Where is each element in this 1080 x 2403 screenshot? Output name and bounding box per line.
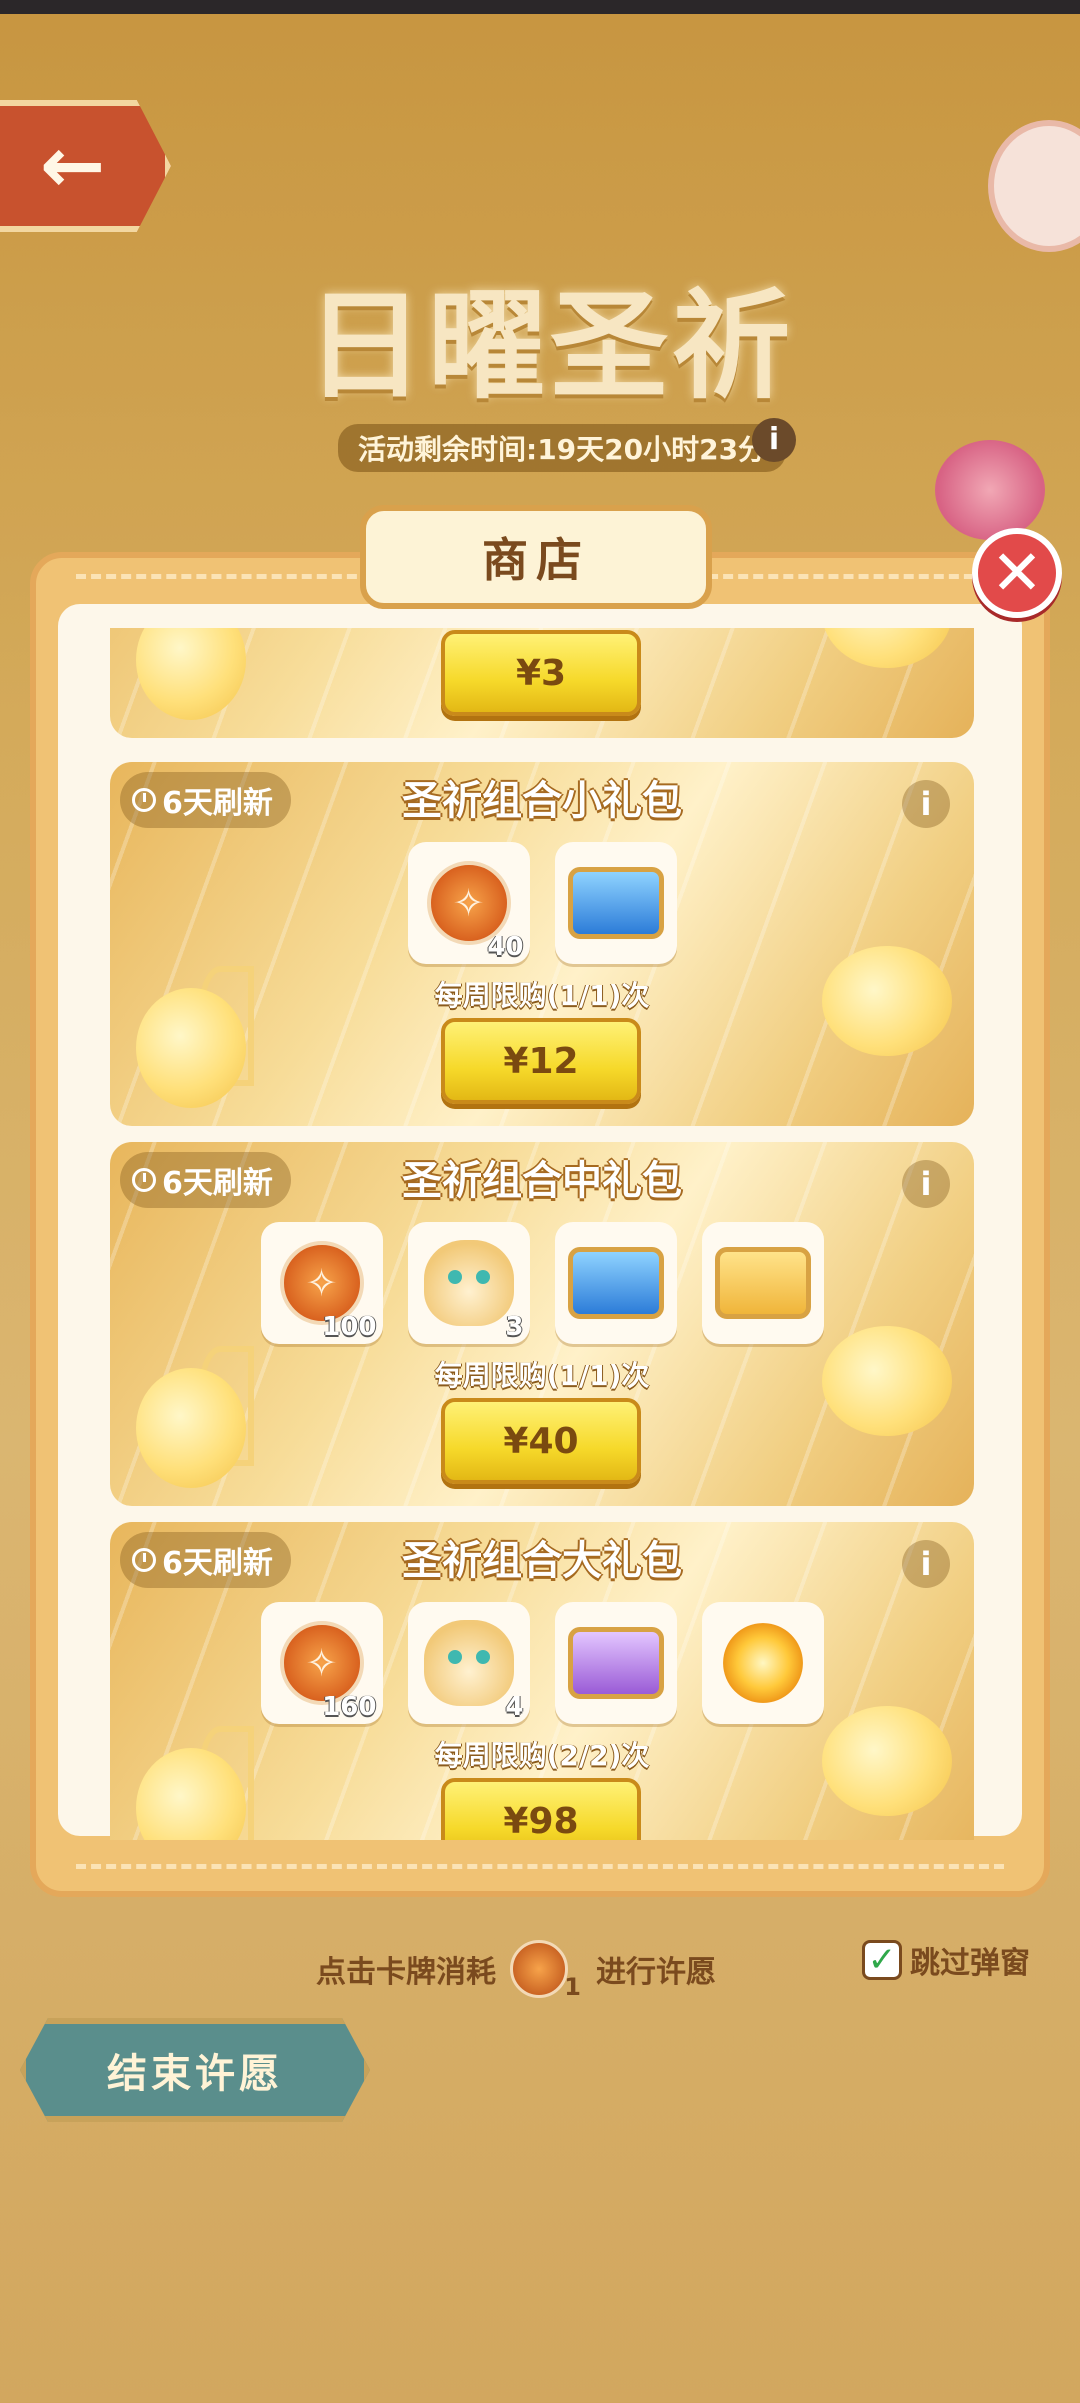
reward-item[interactable]: 3 [407,1222,530,1344]
event-countdown: 活动剩余时间:19天20小时23分 [338,424,787,472]
hint-suffix: 进行许愿 [596,1955,716,1990]
pack-card: 6天刷新 圣祈组合中礼包 i ✧ 100 3 每周限购(1/1)次 ¥40 [110,1142,974,1506]
reward-item[interactable] [701,1222,824,1344]
pack-card: 6天刷新 圣祈组合大礼包 i ✧ 160 4 每周限购(2/2)次 ¥98 [110,1522,974,1840]
blue-treasure-chest-icon [567,1247,664,1319]
hint-cost: 1 [564,1973,581,2001]
checkmark-icon[interactable]: ✓ [862,1940,902,1980]
purchase-limit: 每周限购(1/1)次 [434,979,650,1012]
pack-items: ✧ 100 3 [110,1222,974,1344]
reward-item[interactable] [554,1222,677,1344]
info-icon[interactable]: i [752,418,796,462]
pack-info-icon[interactable]: i [902,1160,950,1208]
purchase-limit: 每周限购(2/2)次 [434,1739,650,1772]
wish-coin-icon: 1 [510,1940,581,2001]
shop-tab-label: 商店 [482,533,590,587]
creature-icon [423,1620,514,1706]
pack-title: 圣祈组合中礼包 [402,1158,682,1204]
reward-item[interactable] [554,842,677,964]
close-button[interactable]: ✕ [972,528,1062,618]
pack-card-partial: ¥3 [110,628,974,738]
pack-items: ✧ 40 [110,842,974,964]
buy-button[interactable]: ¥40 [441,1398,641,1484]
reward-item[interactable]: 4 [407,1602,530,1724]
reward-item[interactable] [701,1602,824,1724]
reward-item[interactable]: ✧ 100 [260,1222,383,1344]
event-title: 日曜圣祈 [305,276,794,415]
pack-title: 圣祈组合大礼包 [402,1538,682,1584]
item-quantity: 4 [505,1692,524,1722]
pack-list[interactable]: ¥3 6天刷新 圣祈组合小礼包 i ✧ 40 每周限购(1/1)次 ¥12 6天… [110,628,974,1840]
gift-box-icon[interactable] [935,440,1045,540]
pack-info-icon[interactable]: i [902,1540,950,1588]
arrow-left-icon: ← [39,121,106,211]
item-quantity: 100 [322,1312,377,1342]
skip-popup-label: 跳过弹窗 [910,1946,1030,1981]
gold-chest-icon [714,1247,811,1319]
shop-tab-header: 商店 [360,505,712,609]
item-quantity: 160 [322,1692,377,1722]
panel-divider [76,1864,1004,1869]
buy-button[interactable]: ¥12 [441,1018,641,1104]
sun-ornament-icon [722,1623,803,1703]
purchase-limit: 每周限购(1/1)次 [434,1359,650,1392]
wish-hint: 点击卡牌消耗 1 进行许愿 [316,1940,716,2001]
hint-prefix: 点击卡牌消耗 [316,1955,496,1990]
reward-item[interactable] [554,1602,677,1724]
back-button[interactable]: ← [0,100,171,232]
item-quantity: 40 [487,932,524,962]
pack-card: 6天刷新 圣祈组合小礼包 i ✧ 40 每周限购(1/1)次 ¥12 [110,762,974,1126]
pack-items: ✧ 160 4 [110,1602,974,1724]
reward-item[interactable]: ✧ 40 [407,842,530,964]
skip-popup-toggle[interactable]: ✓ 跳过弹窗 [862,1938,1030,1982]
end-wish-button[interactable]: 结束许愿 [20,2018,370,2122]
buy-button[interactable]: ¥3 [441,630,641,716]
blue-chest-icon [567,867,664,939]
pack-title: 圣祈组合小礼包 [402,778,682,824]
purple-chest-icon [567,1627,664,1699]
buy-button[interactable]: ¥98 [441,1778,641,1840]
creature-icon [423,1240,514,1326]
reward-item[interactable]: ✧ 160 [260,1602,383,1724]
pack-info-icon[interactable]: i [902,780,950,828]
item-quantity: 3 [505,1312,524,1342]
close-icon: ✕ [991,536,1043,609]
